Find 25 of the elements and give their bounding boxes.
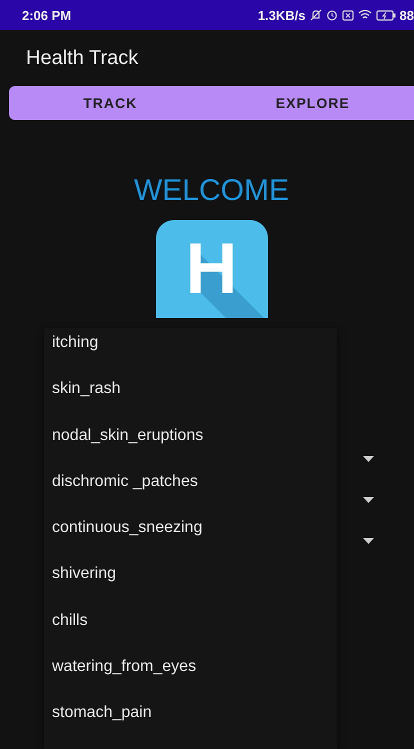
alarm-icon: [326, 9, 338, 21]
bell-off-icon: [310, 9, 322, 21]
dropdown-option[interactable]: watering_from_eyes: [44, 656, 337, 702]
network-speed: 1.3KB/s: [258, 8, 306, 22]
app-logo: H: [156, 220, 268, 318]
dropdown-caret-icon[interactable]: [363, 456, 374, 462]
dropdown-option[interactable]: stomach_pain: [44, 702, 337, 749]
dropdown-option[interactable]: continuous_sneezing: [44, 517, 337, 564]
wifi-icon: [358, 9, 372, 21]
tab[interactable]: EXPLORE: [212, 86, 414, 120]
status-time: 2:06 PM: [22, 8, 72, 22]
dropdown-option[interactable]: shivering: [44, 563, 337, 610]
dropdown-option[interactable]: chills: [44, 610, 337, 656]
battery-icon: [376, 10, 396, 20]
dropdown-option[interactable]: itching: [44, 332, 337, 378]
tab[interactable]: TRACK: [9, 86, 212, 120]
dropdown-option[interactable]: skin_rash: [44, 378, 337, 425]
battery-level: 88: [400, 8, 414, 22]
dropdown-caret-icon[interactable]: [363, 538, 374, 544]
dropdown-option[interactable]: nodal_skin_eruptions: [44, 424, 337, 471]
dropdown-caret-icon[interactable]: [363, 497, 374, 503]
notification-icon: [342, 10, 354, 20]
app-title: Health Track: [26, 46, 138, 70]
dropdown-option[interactable]: dischromic _patches: [44, 470, 337, 518]
welcome-heading: WELCOME: [134, 174, 289, 208]
